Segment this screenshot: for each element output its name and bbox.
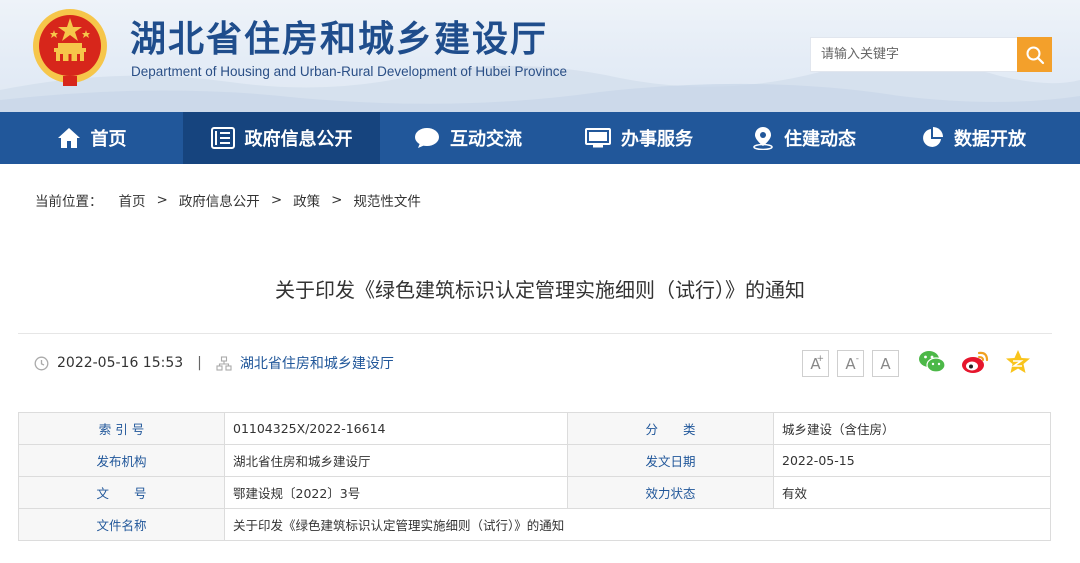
index-label: 索 引 号	[18, 412, 225, 445]
main-nav: 首页 政府信息公开 互动交流 办事服务 住建动态 数据开放	[0, 112, 1080, 164]
date-label: 发文日期	[567, 444, 774, 477]
category-label: 分 类	[567, 412, 774, 445]
table-row: 发布机构 湖北省住房和城乡建设厅 发文日期 2022-05-15	[18, 444, 1051, 477]
organization-icon	[216, 355, 232, 371]
nav-label: 数据开放	[954, 129, 1026, 150]
site-subtitle: Department of Housing and Urban-Rural De…	[131, 64, 567, 79]
location-pin-icon	[752, 126, 774, 150]
weibo-icon[interactable]	[960, 349, 990, 375]
filename-label: 文件名称	[18, 508, 225, 541]
status-label: 效力状态	[567, 476, 774, 509]
status-value: 有效	[773, 476, 1051, 509]
breadcrumb-item-policy[interactable]: 政策	[293, 190, 320, 210]
table-row: 文 号 鄂建设规〔2022〕3号 效力状态 有效	[18, 476, 1051, 509]
monitor-icon	[585, 127, 611, 149]
nav-item-services[interactable]: 办事服务	[556, 112, 722, 164]
table-row: 索 引 号 01104325X/2022-16614 分 类 城乡建设（含住房）	[18, 412, 1051, 445]
divider	[18, 333, 1052, 334]
font-increase-button[interactable]: A +	[802, 350, 829, 377]
breadcrumb-separator: >	[156, 192, 168, 208]
breadcrumb-item-normative-docs[interactable]: 规范性文件	[353, 190, 421, 210]
breadcrumb-separator: >	[270, 192, 283, 208]
wechat-icon[interactable]	[918, 349, 946, 375]
breadcrumb-item-home[interactable]: 首页	[119, 190, 146, 210]
issuer-value: 湖北省住房和城乡建设厅	[224, 444, 568, 477]
qzone-icon[interactable]	[1004, 349, 1032, 375]
pie-chart-icon	[920, 126, 944, 150]
index-value: 01104325X/2022-16614	[224, 412, 568, 445]
site-header: 湖北省住房和城乡建设厅 Department of Housing and Ur…	[0, 0, 1080, 112]
home-icon	[57, 127, 81, 149]
breadcrumb: 当前位置： 首页 > 政府信息公开 > 政策 > 规范性文件	[35, 190, 421, 210]
breadcrumb-separator: >	[331, 192, 343, 208]
docno-value: 鄂建设规〔2022〕3号	[224, 476, 568, 509]
font-button-label: A	[880, 354, 891, 373]
search-icon	[1026, 46, 1044, 64]
document-info-table: 索 引 号 01104325X/2022-16614 分 类 城乡建设（含住房）…	[18, 412, 1051, 541]
nav-item-news[interactable]: 住建动态	[722, 112, 886, 164]
date-value: 2022-05-15	[773, 444, 1051, 477]
font-size-tools: A + A- A	[802, 350, 899, 377]
issuer-label: 发布机构	[18, 444, 225, 477]
chat-bubble-icon	[414, 127, 440, 149]
article-meta: 2022-05-16 15:53 | 湖北省住房和城乡建设厅	[34, 353, 394, 373]
font-reset-button[interactable]: A	[872, 350, 899, 377]
site-title[interactable]: 湖北省住房和城乡建设厅	[130, 10, 548, 62]
nav-label: 办事服务	[621, 129, 693, 150]
article-title: 关于印发《绿色建筑标识认定管理实施细则（试行）》的通知	[275, 278, 805, 302]
font-button-label: A	[845, 354, 856, 373]
nav-label: 首页	[90, 129, 127, 150]
nav-item-open-data[interactable]: 数据开放	[886, 112, 1060, 164]
share-bar	[918, 349, 1032, 375]
document-list-icon	[210, 127, 235, 149]
clock-icon	[34, 356, 49, 371]
national-emblem-icon	[33, 9, 107, 86]
docno-label: 文 号	[18, 476, 225, 509]
article-source[interactable]: 湖北省住房和城乡建设厅	[240, 353, 394, 373]
font-decrease-button[interactable]: A-	[837, 350, 864, 377]
search-input[interactable]	[810, 37, 1017, 72]
nav-label: 政府信息公开	[244, 129, 353, 150]
nav-item-interaction[interactable]: 互动交流	[380, 112, 556, 164]
breadcrumb-item-gov-info[interactable]: 政府信息公开	[179, 190, 260, 210]
nav-label: 互动交流	[450, 129, 522, 150]
table-row: 文件名称 关于印发《绿色建筑标识认定管理实施细则（试行）》的通知	[18, 508, 1051, 541]
search-button[interactable]	[1017, 37, 1052, 72]
meta-divider: |	[197, 355, 202, 371]
nav-label: 住建动态	[784, 129, 856, 150]
category-value: 城乡建设（含住房）	[773, 412, 1051, 445]
filename-value: 关于印发《绿色建筑标识认定管理实施细则（试行）》的通知	[224, 508, 1051, 541]
breadcrumb-prefix: 当前位置：	[35, 194, 103, 210]
publish-datetime: 2022-05-16 15:53	[57, 355, 184, 371]
nav-item-home[interactable]: 首页	[0, 112, 183, 164]
nav-item-gov-info[interactable]: 政府信息公开	[183, 112, 380, 164]
